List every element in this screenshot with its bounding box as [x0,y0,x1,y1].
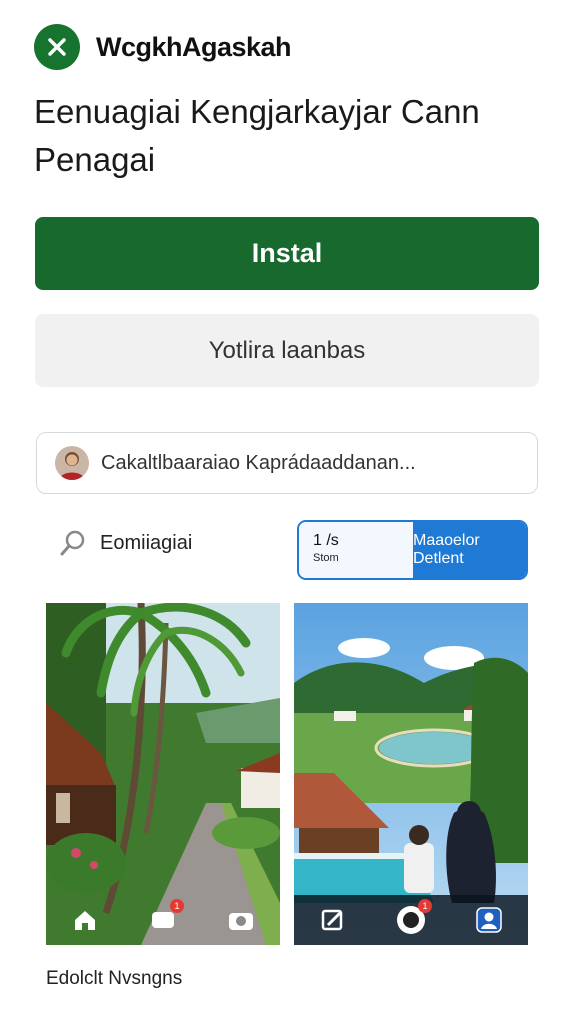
photo-card-village[interactable]: 1 [46,603,280,945]
toggle-action-segment[interactable]: Maaoelor Detlent [413,522,526,578]
search-icon [60,530,85,556]
footer-text: Edolclt Nvsngns [46,968,183,989]
close-icon [48,38,66,56]
home-icon[interactable] [69,904,101,936]
notification-badge: 1 [418,899,432,913]
camera-icon[interactable] [225,904,257,936]
app-header: WcgkhAgaskah [34,22,292,72]
page-headline: Eenuagiai Kengjarkayjar Cann Penagai [34,93,480,178]
secondary-button[interactable]: Yotlira laanbas [35,314,539,387]
app-name: WcgkhAgaskah [96,31,292,62]
card-toolbar: 1 [46,895,280,945]
photo-card-resort[interactable]: 1 [294,603,528,945]
palm-village-image [46,603,280,945]
resort-pool-image [294,603,528,945]
notification-badge: 1 [170,899,184,913]
chat-icon[interactable]: 1 [147,899,184,936]
record-icon[interactable]: 1 [395,899,432,936]
toggle-sub: Stom [313,552,339,564]
search-label: Eomiiagiai [100,531,193,554]
view-toggle: 1 /s Stom Maaoelor Detlent [297,520,528,580]
card-toolbar: 1 [294,895,528,945]
profile-icon[interactable] [473,904,505,936]
search-row[interactable]: Eomiiagiai [58,528,192,558]
toggle-count: 1 /s [313,532,339,549]
install-button[interactable]: Instal [35,217,539,290]
toggle-count-segment[interactable]: 1 /s Stom [299,522,413,578]
edit-icon[interactable] [317,904,349,936]
comment-box[interactable] [36,432,538,494]
avatar [55,446,89,480]
comment-input[interactable] [101,451,521,475]
close-button[interactable] [34,24,80,70]
